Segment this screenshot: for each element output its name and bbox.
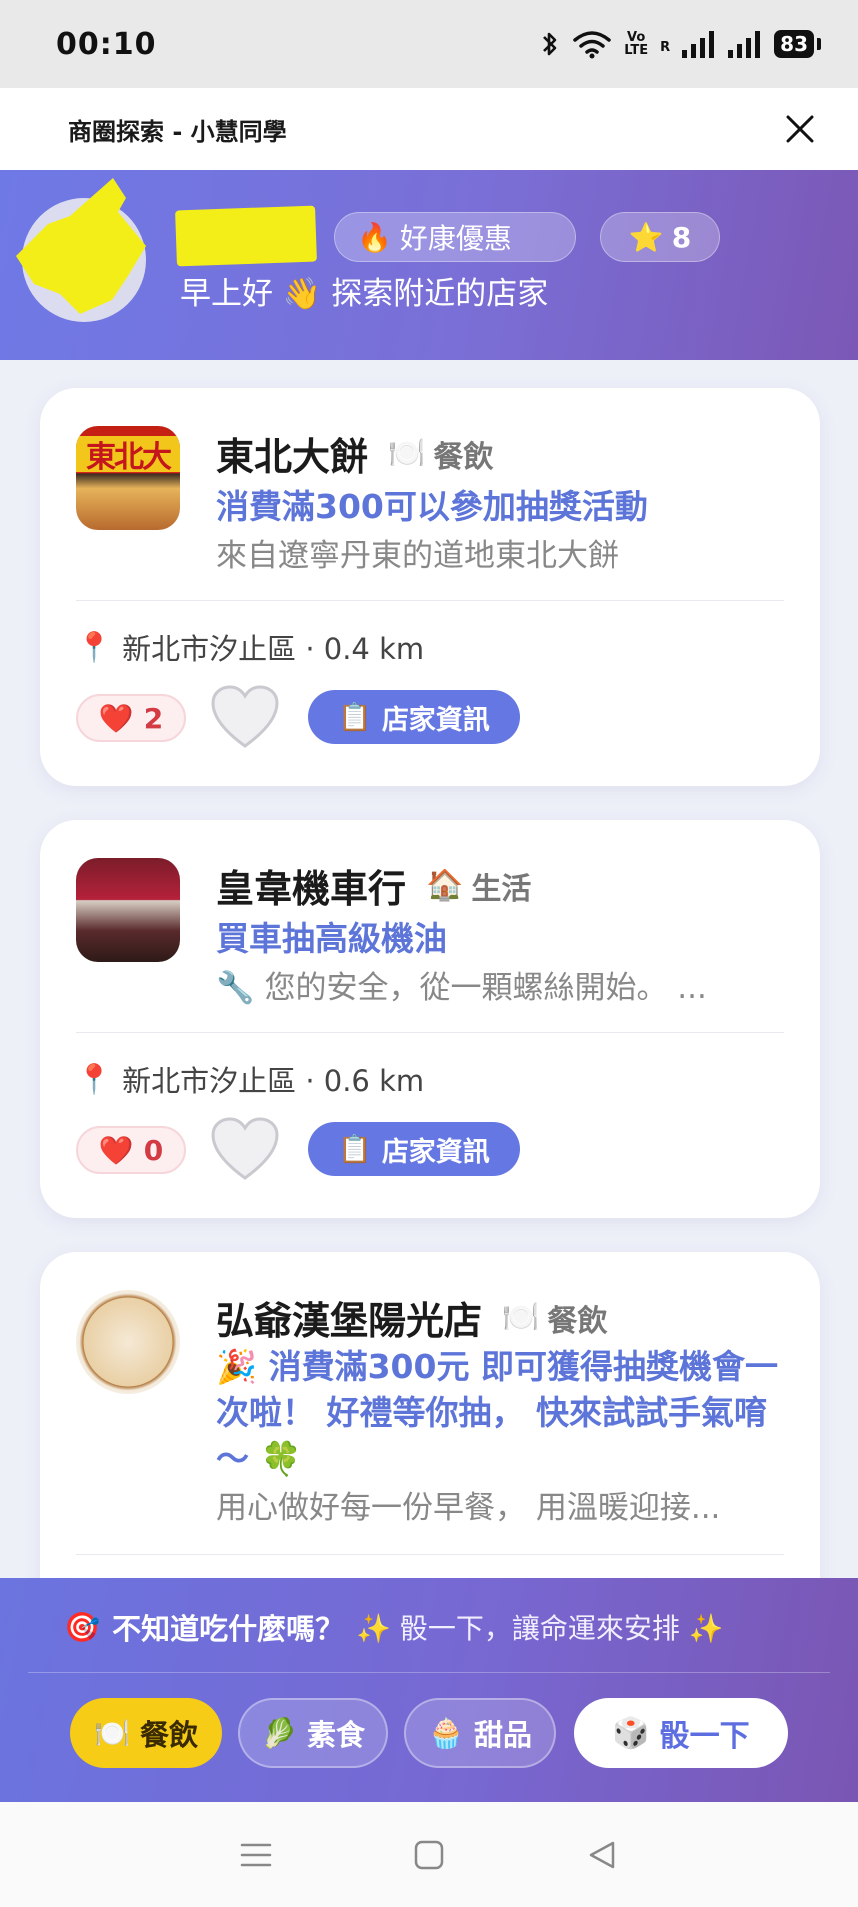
store-category: 🍽️ 餐飲 xyxy=(502,1300,608,1339)
store-card[interactable]: 東北大 東北大餅 🍽️ 餐飲 消費滿300可以參加抽獎活動 來自遼寧丹東的道地東… xyxy=(40,388,820,786)
status-time: 00:10 xyxy=(56,26,157,62)
like-count-badge[interactable]: ❤️ 2 xyxy=(76,694,186,742)
close-button[interactable] xyxy=(778,107,822,151)
card-divider xyxy=(76,1032,784,1033)
like-heart-button[interactable] xyxy=(210,684,280,750)
dice-question: 不知道吃什麼嗎？ xyxy=(112,1612,345,1646)
home-button[interactable] xyxy=(399,1825,459,1885)
battery-indicator: 83 xyxy=(774,30,821,58)
store-title-row: 東北大餅 🍽️ 餐飲 xyxy=(216,426,493,481)
pin-icon: 📍 xyxy=(76,629,113,664)
clipboard-icon: 📋 xyxy=(338,1134,372,1165)
signal-icon-sim2 xyxy=(728,31,761,58)
store-thumbnail xyxy=(76,1290,180,1394)
title-bar: 商圈探索 - 小慧同學 xyxy=(0,88,858,170)
roaming-indicator: R xyxy=(660,40,671,55)
store-promo: 買車抽高級機油 xyxy=(216,919,447,958)
chip-dessert[interactable]: 🧁 甜品 xyxy=(404,1698,556,1768)
home-icon xyxy=(414,1840,444,1869)
cupcake-icon: 🧁 xyxy=(427,1715,465,1750)
store-description: 來自遼寧丹東的道地東北大餅 xyxy=(216,538,619,574)
stars-count: 8 xyxy=(671,220,692,254)
signal-icon-sim1 xyxy=(682,31,715,58)
wifi-icon xyxy=(573,31,611,59)
card-divider xyxy=(76,1554,784,1555)
page-title: 商圈探索 - 小慧同學 xyxy=(68,117,287,146)
close-icon xyxy=(786,115,814,143)
star-icon: ⭐ xyxy=(628,220,664,254)
back-button[interactable] xyxy=(572,1825,632,1885)
store-card[interactable]: 皇韋機車行 🏠 生活 買車抽高級機油 🔧 您的安全，從一顆螺絲開始。 ... 📍… xyxy=(40,820,820,1218)
card-divider xyxy=(76,600,784,601)
dice-icon: 🎲 xyxy=(612,1715,650,1751)
deals-label: 好康優惠 xyxy=(399,222,512,255)
plate-icon: 🍽️ xyxy=(502,1300,540,1335)
store-info-button[interactable]: 📋 店家資訊 xyxy=(308,1122,520,1176)
target-icon: 🎯 xyxy=(64,1609,101,1644)
red-heart-icon: ❤️ xyxy=(98,1133,134,1167)
greeting-text: 早上好 👋 探索附近的店家 xyxy=(180,276,549,312)
dice-prompt: 🎯 不知道吃什麼嗎？ ✨ 骰一下，讓命運來安排 ✨ xyxy=(64,1606,724,1648)
store-info-button[interactable]: 📋 店家資訊 xyxy=(308,690,520,744)
deals-pill[interactable]: 🔥 好康優惠 xyxy=(334,212,576,262)
back-icon xyxy=(589,1841,614,1868)
chip-food[interactable]: 🍽️ 餐飲 xyxy=(70,1698,222,1768)
fire-icon: 🔥 xyxy=(357,220,392,254)
like-count-badge[interactable]: ❤️ 0 xyxy=(76,1126,186,1174)
leafy-green-icon: 🥬 xyxy=(260,1715,298,1750)
store-promo: 消費滿300可以參加抽獎活動 xyxy=(216,487,648,526)
store-category: 🍽️ 餐飲 xyxy=(388,436,494,475)
store-location: 📍 新北市汐止區 · 0.4 km xyxy=(76,629,425,667)
store-card[interactable]: 弘爺漢堡陽光店 🍽️ 餐飲 🎉 消費滿300元 即可獲得抽獎機會一次啦！ 好禮等… xyxy=(40,1252,820,1612)
store-description: 🔧 您的安全，從一顆螺絲開始。 ... xyxy=(216,970,707,1006)
house-icon: 🏠 xyxy=(426,868,464,903)
store-thumbnail xyxy=(76,858,180,962)
menu-icon xyxy=(241,1843,272,1866)
store-name: 皇韋機車行 xyxy=(216,867,407,911)
store-title-row: 弘爺漢堡陽光店 🍽️ 餐飲 xyxy=(216,1290,607,1345)
plate-icon: 🍽️ xyxy=(388,436,426,471)
roll-dice-button[interactable]: 🎲 骰一下 xyxy=(574,1698,788,1768)
recent-apps-button[interactable] xyxy=(226,1825,286,1885)
store-name: 弘爺漢堡陽光店 xyxy=(216,1299,483,1343)
dice-divider xyxy=(28,1672,830,1673)
user-name-redacted xyxy=(175,205,317,267)
store-thumbnail: 東北大 xyxy=(76,426,180,530)
system-nav-bar xyxy=(0,1802,858,1907)
avatar xyxy=(16,178,146,322)
pin-icon: 📍 xyxy=(76,1061,113,1096)
status-icons: Vo LTE R 83 xyxy=(540,29,821,59)
store-name: 東北大餅 xyxy=(216,435,369,479)
like-heart-button[interactable] xyxy=(210,1116,280,1182)
store-title-row: 皇韋機車行 🏠 生活 xyxy=(216,858,531,913)
clipboard-icon: 📋 xyxy=(338,702,372,733)
store-location: 📍 新北市汐止區 · 0.6 km xyxy=(76,1061,425,1099)
store-promo: 🎉 消費滿300元 即可獲得抽獎機會一次啦！ 好禮等你抽， 快來試試手氣唷～ 🍀 xyxy=(216,1347,778,1478)
status-bar: 00:10 Vo LTE R 83 xyxy=(0,0,858,88)
plate-icon: 🍽️ xyxy=(93,1715,131,1750)
stars-pill[interactable]: ⭐ 8 xyxy=(600,212,720,262)
store-description: 用心做好每一份早餐， 用溫暖迎接... xyxy=(216,1490,721,1526)
red-heart-icon: ❤️ xyxy=(98,701,134,735)
volte-indicator: Vo LTE xyxy=(624,30,649,58)
chip-vegetarian[interactable]: 🥬 素食 xyxy=(238,1698,388,1768)
dice-subtitle: ✨ 骰一下，讓命運來安排 ✨ xyxy=(356,1612,724,1645)
dice-panel: 🎯 不知道吃什麼嗎？ ✨ 骰一下，讓命運來安排 ✨ 🍽️ 餐飲 🥬 素食 🧁 甜… xyxy=(0,1578,858,1802)
bluetooth-icon xyxy=(543,32,557,56)
store-category: 🏠 生活 xyxy=(426,868,532,907)
